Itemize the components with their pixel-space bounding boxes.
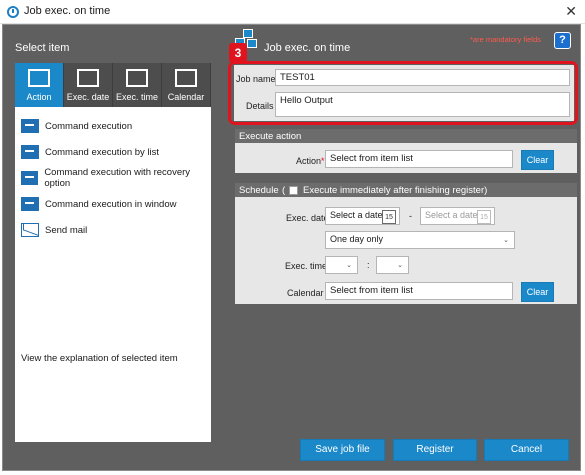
- exec-minute-select[interactable]: ⌄: [376, 256, 409, 274]
- register-button[interactable]: Register: [393, 439, 477, 461]
- job-title: Job exec. on time: [264, 42, 351, 54]
- chevron-down-icon: ⌄: [503, 237, 509, 244]
- action-label: Action*: [296, 156, 325, 166]
- schedule-title: Schedule: [239, 185, 279, 196]
- mandatory-note: *are mandatory fields: [470, 35, 541, 44]
- item-label: Command execution in window: [45, 198, 177, 210]
- exec-hour-select[interactable]: ⌄: [325, 256, 358, 274]
- exec-time-label: Exec. time: [285, 261, 328, 271]
- execute-immediately-label: Execute immediately after finishing regi…: [303, 185, 488, 196]
- tab-exec-date-label: Exec. date: [66, 92, 110, 102]
- select-item-heading: Select item: [15, 42, 70, 54]
- tab-exec-time[interactable]: Exec. time: [113, 63, 162, 107]
- mail-icon: [21, 223, 39, 237]
- time-tab-icon: [126, 69, 148, 87]
- dialog-body: Select item Action Exec. date Exec. time…: [2, 24, 581, 471]
- list-item-send-mail[interactable]: Send mail: [21, 221, 87, 239]
- frequency-value: One day only: [330, 234, 384, 244]
- tab-action[interactable]: Action: [15, 63, 64, 107]
- command-recovery-icon: [21, 171, 39, 185]
- exec-date-to[interactable]: Select a date 15: [420, 207, 495, 225]
- execute-immediately-checkbox[interactable]: [289, 186, 298, 195]
- action-tab-icon: [28, 69, 50, 87]
- item-list: Command execution Command execution by l…: [15, 107, 211, 358]
- tab-exec-time-label: Exec. time: [115, 92, 158, 102]
- list-item-command-execution-window[interactable]: Command execution in window: [21, 195, 176, 213]
- item-tabs: Action Exec. date Exec. time Calendar: [15, 63, 211, 107]
- time-separator: :: [367, 260, 370, 270]
- date-from-text: Select a date: [330, 210, 383, 220]
- execute-action-heading: Execute action: [235, 129, 577, 143]
- calendar-icon[interactable]: 15: [477, 210, 491, 224]
- calendar-clear-button[interactable]: Clear: [521, 282, 554, 302]
- calendar-icon[interactable]: 15: [382, 210, 396, 224]
- item-label: Command execution with recovery option: [44, 167, 191, 189]
- tab-calendar-label: Calendar: [167, 92, 205, 102]
- close-icon[interactable]: ✕: [565, 3, 577, 20]
- action-clear-button[interactable]: Clear: [521, 150, 554, 170]
- item-label: Command execution: [45, 120, 133, 132]
- job-editor: Job exec. on time *are mandatory fields …: [221, 25, 579, 472]
- chevron-down-icon: ⌄: [397, 262, 403, 269]
- item-description: View the explanation of selected item: [15, 346, 211, 442]
- list-item-command-execution[interactable]: Command execution: [21, 117, 132, 135]
- step-callout: 3: [229, 43, 247, 63]
- calendar-grid-tab-icon: [175, 69, 197, 87]
- calendar-label: Calendar: [287, 288, 324, 298]
- command-window-icon: [21, 197, 39, 211]
- highlight-frame: [228, 61, 578, 125]
- calendar-tab-icon: [77, 69, 99, 87]
- list-item-command-execution-by-list[interactable]: Command execution by list: [21, 143, 159, 161]
- command-list-icon: [21, 145, 39, 159]
- save-job-file-button[interactable]: Save job file: [300, 439, 385, 461]
- execute-action-section: Execute action Action* Select from item …: [235, 129, 577, 173]
- cancel-button[interactable]: Cancel: [484, 439, 569, 461]
- chevron-down-icon: ⌄: [346, 262, 352, 269]
- exec-date-from[interactable]: Select a date 15: [325, 207, 400, 225]
- command-icon: [21, 119, 39, 133]
- app-icon: [7, 6, 19, 18]
- item-label: Command execution by list: [45, 146, 160, 158]
- tab-exec-date[interactable]: Exec. date: [64, 63, 113, 107]
- window-title: Job exec. on time: [24, 5, 111, 17]
- item-label: Send mail: [45, 224, 88, 236]
- calendar-input[interactable]: Select from item list: [325, 282, 513, 300]
- exec-date-label: Exec. date: [286, 213, 329, 223]
- action-input[interactable]: Select from item list: [325, 150, 513, 168]
- date-to-text: Select a date: [425, 210, 478, 220]
- frequency-select[interactable]: One day only ⌄: [325, 231, 515, 249]
- tab-calendar[interactable]: Calendar: [162, 63, 211, 107]
- tab-action-label: Action: [26, 92, 52, 102]
- schedule-section: Schedule ( Execute immediately after fin…: [235, 183, 577, 304]
- title-bar: Job exec. on time ✕: [0, 0, 585, 24]
- date-range-separator: -: [409, 211, 412, 221]
- help-button[interactable]: ?: [554, 32, 571, 49]
- schedule-heading: Schedule ( Execute immediately after fin…: [235, 183, 577, 197]
- list-item-command-execution-recovery[interactable]: Command execution with recovery option: [21, 167, 211, 189]
- schedule-paren: (: [282, 185, 286, 196]
